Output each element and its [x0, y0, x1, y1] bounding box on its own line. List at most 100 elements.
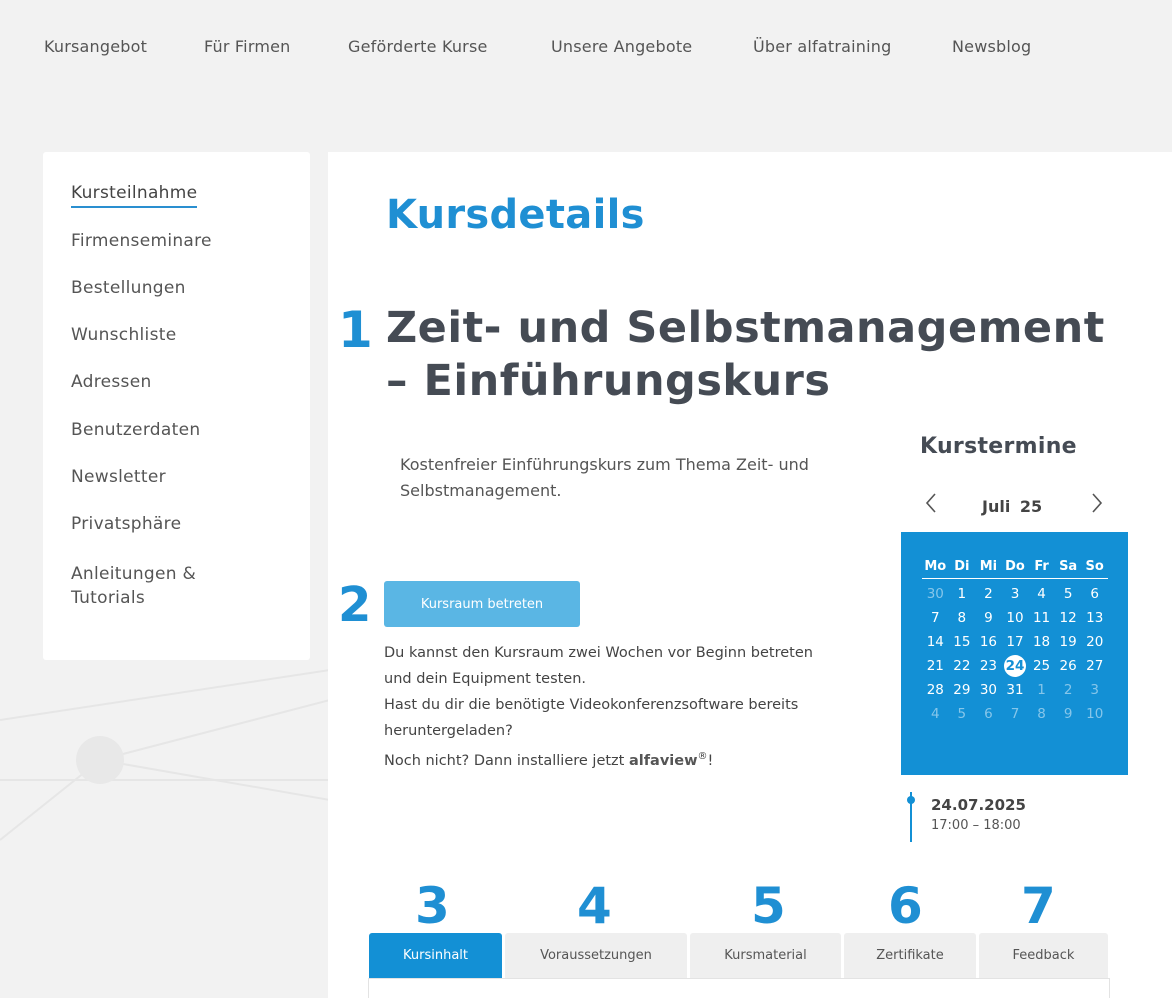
sidebar-item-anleitungen-line1: Anleitungen & — [71, 564, 197, 584]
calendar-day[interactable]: 7 — [1002, 702, 1029, 726]
calendar-weekday: Fr — [1028, 554, 1055, 579]
sidebar-item-benutzerdaten[interactable]: Benutzerdaten — [71, 418, 200, 442]
nav-fuer-firmen[interactable]: Für Firmen — [204, 37, 290, 56]
alfaview-link[interactable]: alfaview — [629, 753, 698, 769]
calendar-day-number: 2 — [984, 586, 993, 602]
calendar-day-number: 9 — [1063, 706, 1073, 722]
calendar-day[interactable]: 26 — [1055, 654, 1082, 678]
calendar-day[interactable]: 11 — [1028, 606, 1055, 630]
nav-ueber-alfatraining[interactable]: Über alfatraining — [753, 37, 891, 56]
calendar-day[interactable]: 3 — [1081, 678, 1108, 702]
calendar-day[interactable]: 25 — [1028, 654, 1055, 678]
calendar-day[interactable]: 19 — [1055, 630, 1082, 654]
calendar-day[interactable]: 8 — [1028, 702, 1055, 726]
calendar-day[interactable]: 14 — [922, 630, 949, 654]
calendar-day[interactable]: 7 — [922, 606, 949, 630]
tab-kursmaterial[interactable]: Kursmaterial — [690, 933, 841, 978]
sidebar-item-kursteilnahme[interactable]: Kursteilnahme — [71, 181, 198, 208]
chevron-right-icon[interactable] — [1090, 492, 1104, 514]
marker-7: 7 — [1021, 877, 1056, 935]
calendar-day[interactable]: 12 — [1055, 606, 1082, 630]
calendar-day[interactable]: 16 — [975, 630, 1002, 654]
calendar-day-number: 24 — [1003, 655, 1026, 677]
sidebar-item-bestellungen[interactable]: Bestellungen — [71, 276, 186, 300]
info-line: Du kannst den Kursraum zwei Wochen vor B… — [384, 645, 813, 661]
calendar-day[interactable]: 23 — [975, 654, 1002, 678]
info-line: heruntergeladen? — [384, 723, 513, 739]
calendar-day-number: 9 — [984, 610, 993, 626]
calendar-day[interactable]: 4 — [1028, 582, 1055, 606]
calendar-day[interactable]: 1 — [949, 582, 976, 606]
course-description: Kostenfreier Einführungskurs zum Thema Z… — [400, 455, 809, 500]
tab-zertifikate[interactable]: Zertifikate — [844, 933, 976, 978]
calendar-day[interactable]: 5 — [949, 702, 976, 726]
calendar-day[interactable]: 5 — [1055, 582, 1082, 606]
calendar-day[interactable]: 15 — [949, 630, 976, 654]
calendar-day-selected[interactable]: 24 — [1002, 654, 1029, 678]
calendar-day-number: 8 — [957, 610, 967, 626]
calendar-day-number: 22 — [953, 658, 971, 674]
calendar-day[interactable]: 27 — [1081, 654, 1108, 678]
nav-kursangebot[interactable]: Kursangebot — [44, 37, 147, 56]
calendar-weekday: Do — [1001, 554, 1029, 579]
calendar-year: 25 — [1019, 497, 1043, 516]
calendar-day-number: 18 — [1032, 634, 1051, 650]
calendar-day[interactable]: 31 — [1002, 678, 1029, 702]
sidebar-item-newsletter[interactable]: Newsletter — [71, 465, 166, 489]
sidebar-item-adressen[interactable]: Adressen — [71, 370, 152, 394]
calendar-day[interactable]: 1 — [1028, 678, 1055, 702]
calendar-day-number: 27 — [1086, 658, 1104, 674]
calendar-day[interactable]: 4 — [922, 702, 949, 726]
sidebar-item-firmenseminare[interactable]: Firmenseminare — [71, 229, 212, 253]
nav-newsblog[interactable]: Newsblog — [952, 37, 1031, 56]
calendar-day-number: 1 — [957, 586, 967, 602]
marker-6: 6 — [888, 877, 923, 935]
calendar-day[interactable]: 30 — [922, 582, 949, 606]
calendar-day[interactable]: 30 — [975, 678, 1002, 702]
calendar-day[interactable]: 20 — [1081, 630, 1108, 654]
calendar-day[interactable]: 28 — [922, 678, 949, 702]
calendar-grid: Mo Di Mi Do Fr Sa So 30 1 2 3 4 5 6 7 8 9 10 11 12 13 14 15 16 1… — [922, 554, 1108, 726]
calendar-day[interactable]: 8 — [949, 606, 976, 630]
calendar-day[interactable]: 10 — [1002, 606, 1029, 630]
calendar-day[interactable]: 13 — [1081, 606, 1108, 630]
info-line5-end: ! — [707, 752, 714, 769]
calendar-day[interactable]: 10 — [1081, 702, 1108, 726]
calendar-day[interactable]: 2 — [1055, 678, 1082, 702]
sidebar-item-wunschliste[interactable]: Wunschliste — [71, 323, 176, 347]
calendar-day[interactable]: 21 — [922, 654, 949, 678]
calendar-day-number: 4 — [1037, 586, 1046, 602]
calendar-day[interactable]: 6 — [1081, 582, 1108, 606]
calendar-weekday: So — [1081, 554, 1108, 579]
calendar-day[interactable]: 29 — [949, 678, 976, 702]
calendar-day[interactable]: 2 — [975, 582, 1002, 606]
chevron-left-icon[interactable] — [924, 492, 938, 514]
calendar-day[interactable]: 9 — [1055, 702, 1082, 726]
calendar-day[interactable]: 18 — [1028, 630, 1055, 654]
tab-kursinhalt[interactable]: Kursinhalt — [369, 933, 502, 978]
enter-classroom-button[interactable]: Kursraum betreten — [384, 581, 580, 627]
nav-unsere-angebote[interactable]: Unsere Angebote — [551, 37, 692, 56]
sidebar-item-privatsphaere[interactable]: Privatsphäre — [71, 512, 181, 536]
calendar-day-number: 25 — [1032, 658, 1051, 674]
tab-feedback[interactable]: Feedback — [979, 933, 1108, 978]
course-details-panel: Kursdetails 1 Zeit- und Selbstmanagement… — [328, 152, 1172, 998]
marker-5: 5 — [751, 877, 786, 935]
tab-voraussetzungen[interactable]: Voraussetzungen — [505, 933, 687, 978]
calendar-day[interactable]: 3 — [1002, 582, 1029, 606]
calendar-heading: Kurstermine — [920, 434, 1077, 459]
calendar-day[interactable]: 22 — [949, 654, 976, 678]
calendar-day[interactable]: 6 — [975, 702, 1002, 726]
calendar-day-number: 20 — [1086, 634, 1104, 650]
info-line: Hast du dir die benötigte Videokonferenz… — [384, 697, 799, 713]
calendar-day-number: 31 — [1006, 682, 1024, 698]
calendar-day[interactable]: 9 — [975, 606, 1002, 630]
calendar-day[interactable]: 17 — [1002, 630, 1029, 654]
nav-gefoerderte-kurse[interactable]: Geförderte Kurse — [348, 37, 488, 56]
calendar-day-number: 3 — [1010, 586, 1020, 602]
sidebar-item-anleitungen[interactable]: Anleitungen & Tutorials — [71, 562, 196, 610]
event-date: 24.07.2025 — [931, 796, 1026, 814]
info-line: und dein Equipment testen. — [384, 671, 587, 687]
event-timeline-dot — [907, 796, 915, 804]
calendar-day-number: 14 — [926, 634, 944, 650]
